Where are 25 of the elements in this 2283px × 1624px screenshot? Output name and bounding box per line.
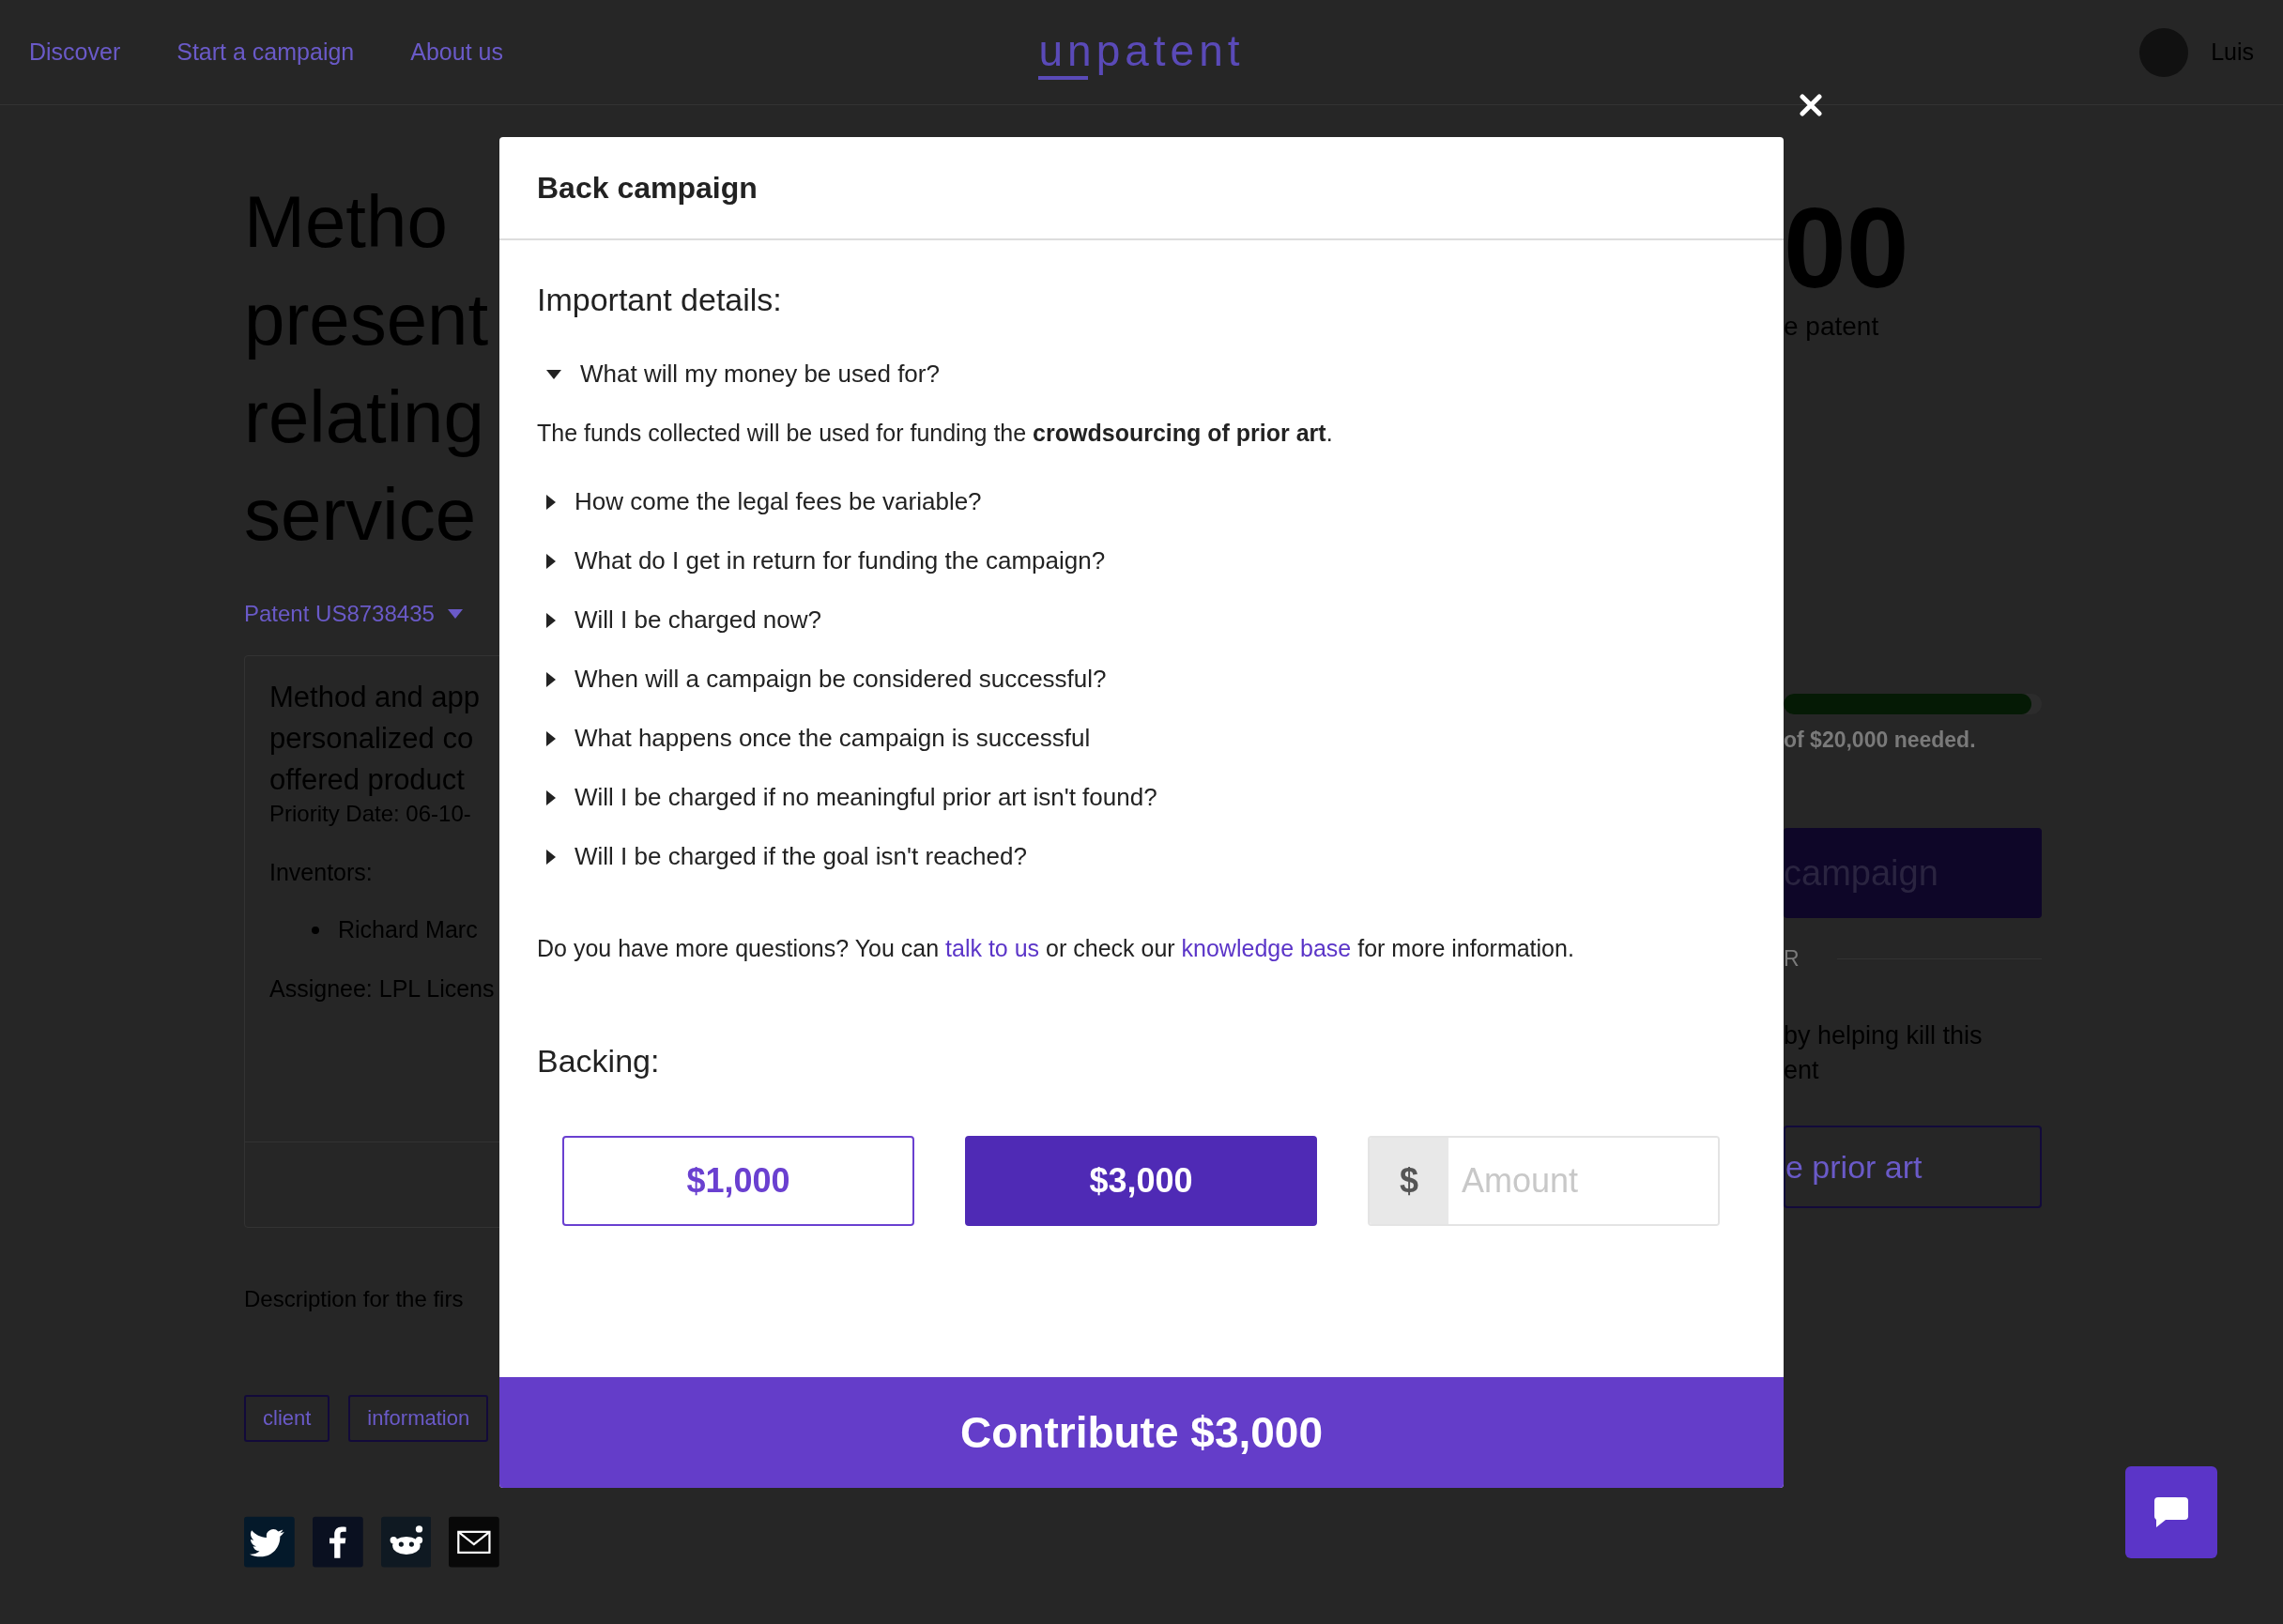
contribute-button[interactable]: Contribute $3,000 — [499, 1377, 1784, 1488]
section-heading: Backing: — [537, 1043, 661, 1080]
divider-text: R — [1784, 946, 1800, 972]
faq-question[interactable]: What do I get in return for funding the campaign? — [537, 531, 1106, 590]
amount-option[interactable]: $1,000 — [562, 1136, 914, 1226]
faq-question[interactable]: Will I be charged if the goal isn't reached? — [537, 827, 1027, 886]
faq-question[interactable]: Will I be charged if no meaningful prior art isn't found? — [537, 768, 1157, 827]
speech-bubble-icon — [2153, 1495, 2190, 1529]
faq-answer: The funds collected will be used for funding the crowdsourcing of prior art. — [537, 419, 1334, 448]
faq-question[interactable]: When will a campaign be considered successful? — [537, 650, 1107, 709]
amount-option[interactable]: $3,000 — [965, 1136, 1317, 1226]
faq-question[interactable]: Will I be charged now? — [537, 590, 822, 650]
progress-text: of $20,000 needed. — [1784, 728, 1976, 753]
help-sentence: Do you have more questions? You can talk to us or check our knowledge base for more information. — [537, 935, 1575, 962]
talk-link[interactable]: talk to us — [945, 935, 1040, 961]
faq-question[interactable]: How come the legal fees be variable? — [537, 472, 982, 531]
modal-title: Back campaign — [537, 170, 758, 206]
caret-down-icon[interactable] — [447, 609, 463, 619]
knowledge-base-link[interactable]: knowledge base — [1181, 935, 1352, 961]
close-icon[interactable] — [1800, 94, 1822, 116]
faq-question[interactable]: What will my money be used for? — [537, 345, 940, 404]
faq-question[interactable]: What happens once the campaign is successful — [537, 709, 1091, 768]
chat-button[interactable] — [2125, 1466, 2217, 1558]
section-heading: Important details: — [537, 282, 783, 318]
bullet-icon — [312, 926, 319, 934]
